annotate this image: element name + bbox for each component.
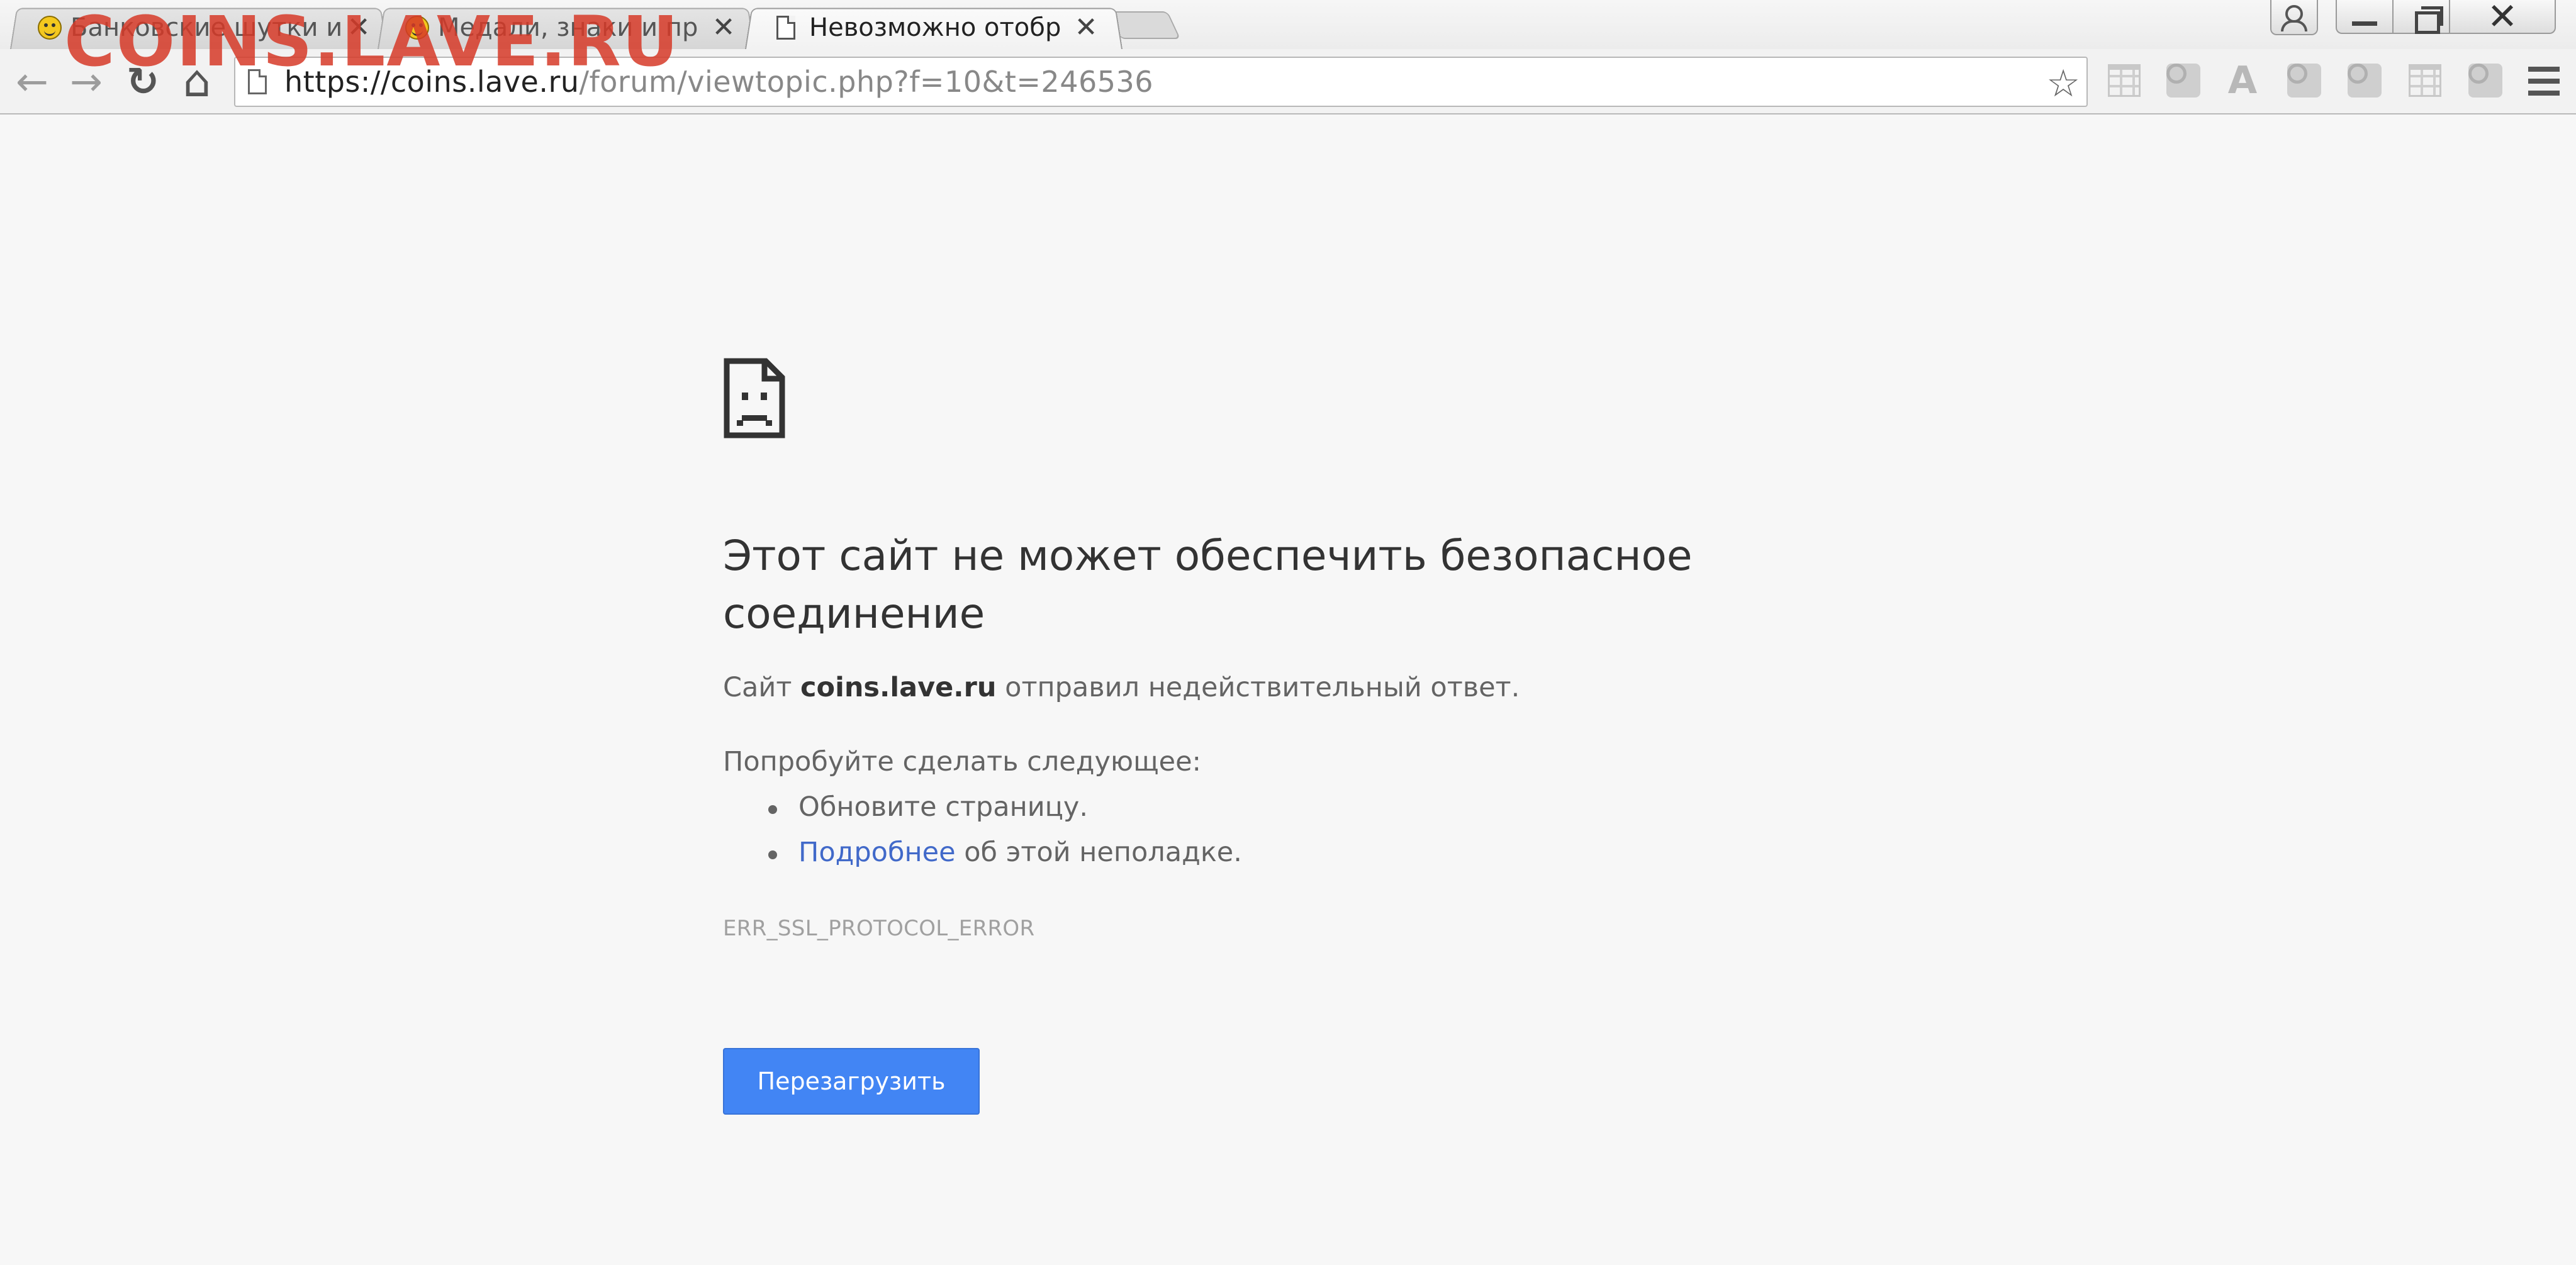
desc-host: coins.lave.ru bbox=[800, 672, 997, 703]
extension-grid-icon[interactable] bbox=[2406, 62, 2444, 99]
user-profile-icon[interactable] bbox=[2270, 0, 2318, 35]
learn-more-rest: об этой неполадке. bbox=[955, 837, 1242, 868]
bookmark-star-icon[interactable]: ☆ bbox=[2046, 62, 2080, 106]
suggestion-learn-more: Подробнее об этой неполадке. bbox=[768, 837, 1242, 868]
suggestions-label: Попробуйте сделать следующее: bbox=[723, 746, 1202, 777]
window-close-button[interactable]: ✕ bbox=[2449, 0, 2556, 38]
back-arrow-icon[interactable]: ← bbox=[9, 58, 55, 104]
hamburger-menu-icon[interactable] bbox=[2528, 67, 2560, 96]
tab-3-title: Невозможно отобр bbox=[809, 13, 1061, 42]
tab-3-active[interactable]: Невозможно отобр bbox=[758, 6, 1072, 49]
reload-button[interactable]: Перезагрузить bbox=[723, 1048, 980, 1115]
smiley-favicon-icon bbox=[38, 16, 62, 40]
restore-button[interactable] bbox=[2392, 0, 2450, 34]
extension-a-icon[interactable]: A bbox=[2224, 59, 2261, 103]
desc-prefix: Сайт bbox=[723, 672, 801, 703]
extension-circle-icon[interactable] bbox=[2164, 62, 2202, 99]
sad-page-icon bbox=[724, 358, 785, 438]
error-code: ERR_SSL_PROTOCOL_ERROR bbox=[723, 916, 1035, 941]
extension-circle-icon[interactable] bbox=[2467, 62, 2504, 99]
extension-grid-icon[interactable] bbox=[2105, 62, 2143, 99]
extension-circle-icon[interactable] bbox=[2285, 62, 2323, 99]
learn-more-link[interactable]: Подробнее bbox=[798, 837, 956, 868]
tab-3-close-icon[interactable]: ✕ bbox=[1073, 9, 1099, 47]
minimize-button[interactable] bbox=[2336, 0, 2394, 34]
error-headline: Этот сайт не может обеспечить безопасное… bbox=[723, 532, 1693, 638]
desc-suffix: отправил недействительный ответ. bbox=[996, 672, 1520, 703]
suggestion-reload: Обновите страницу. bbox=[768, 791, 1089, 823]
extension-circle-icon[interactable] bbox=[2346, 62, 2383, 99]
tab-2-close-icon[interactable]: ✕ bbox=[711, 9, 736, 47]
error-description: Сайт coins.lave.ru отправил недействител… bbox=[723, 672, 1520, 703]
page-favicon-icon bbox=[776, 16, 795, 40]
watermark-logo: COINS.LAVE.RU bbox=[64, 1, 680, 82]
